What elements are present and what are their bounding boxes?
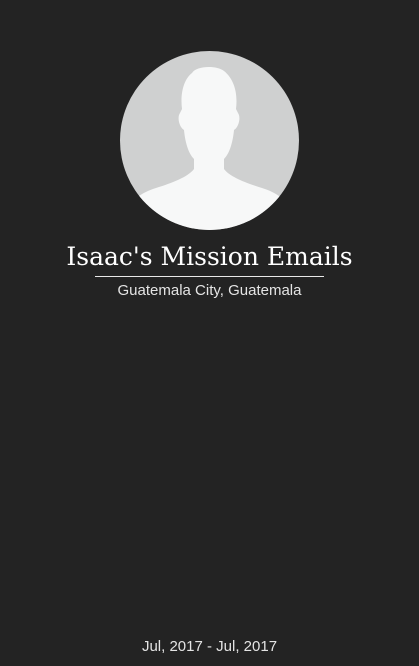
date-range-text: Jul, 2017 - Jul, 2017 bbox=[141, 638, 278, 655]
title-underline bbox=[95, 276, 324, 277]
user-silhouette-icon bbox=[123, 67, 296, 230]
profile-page: Isaac's Mission Emails Guatemala City, G… bbox=[0, 0, 419, 666]
avatar bbox=[120, 51, 299, 230]
page-title: Isaac's Mission Emails bbox=[66, 242, 353, 271]
location-text: Guatemala City, Guatemala bbox=[117, 282, 302, 299]
